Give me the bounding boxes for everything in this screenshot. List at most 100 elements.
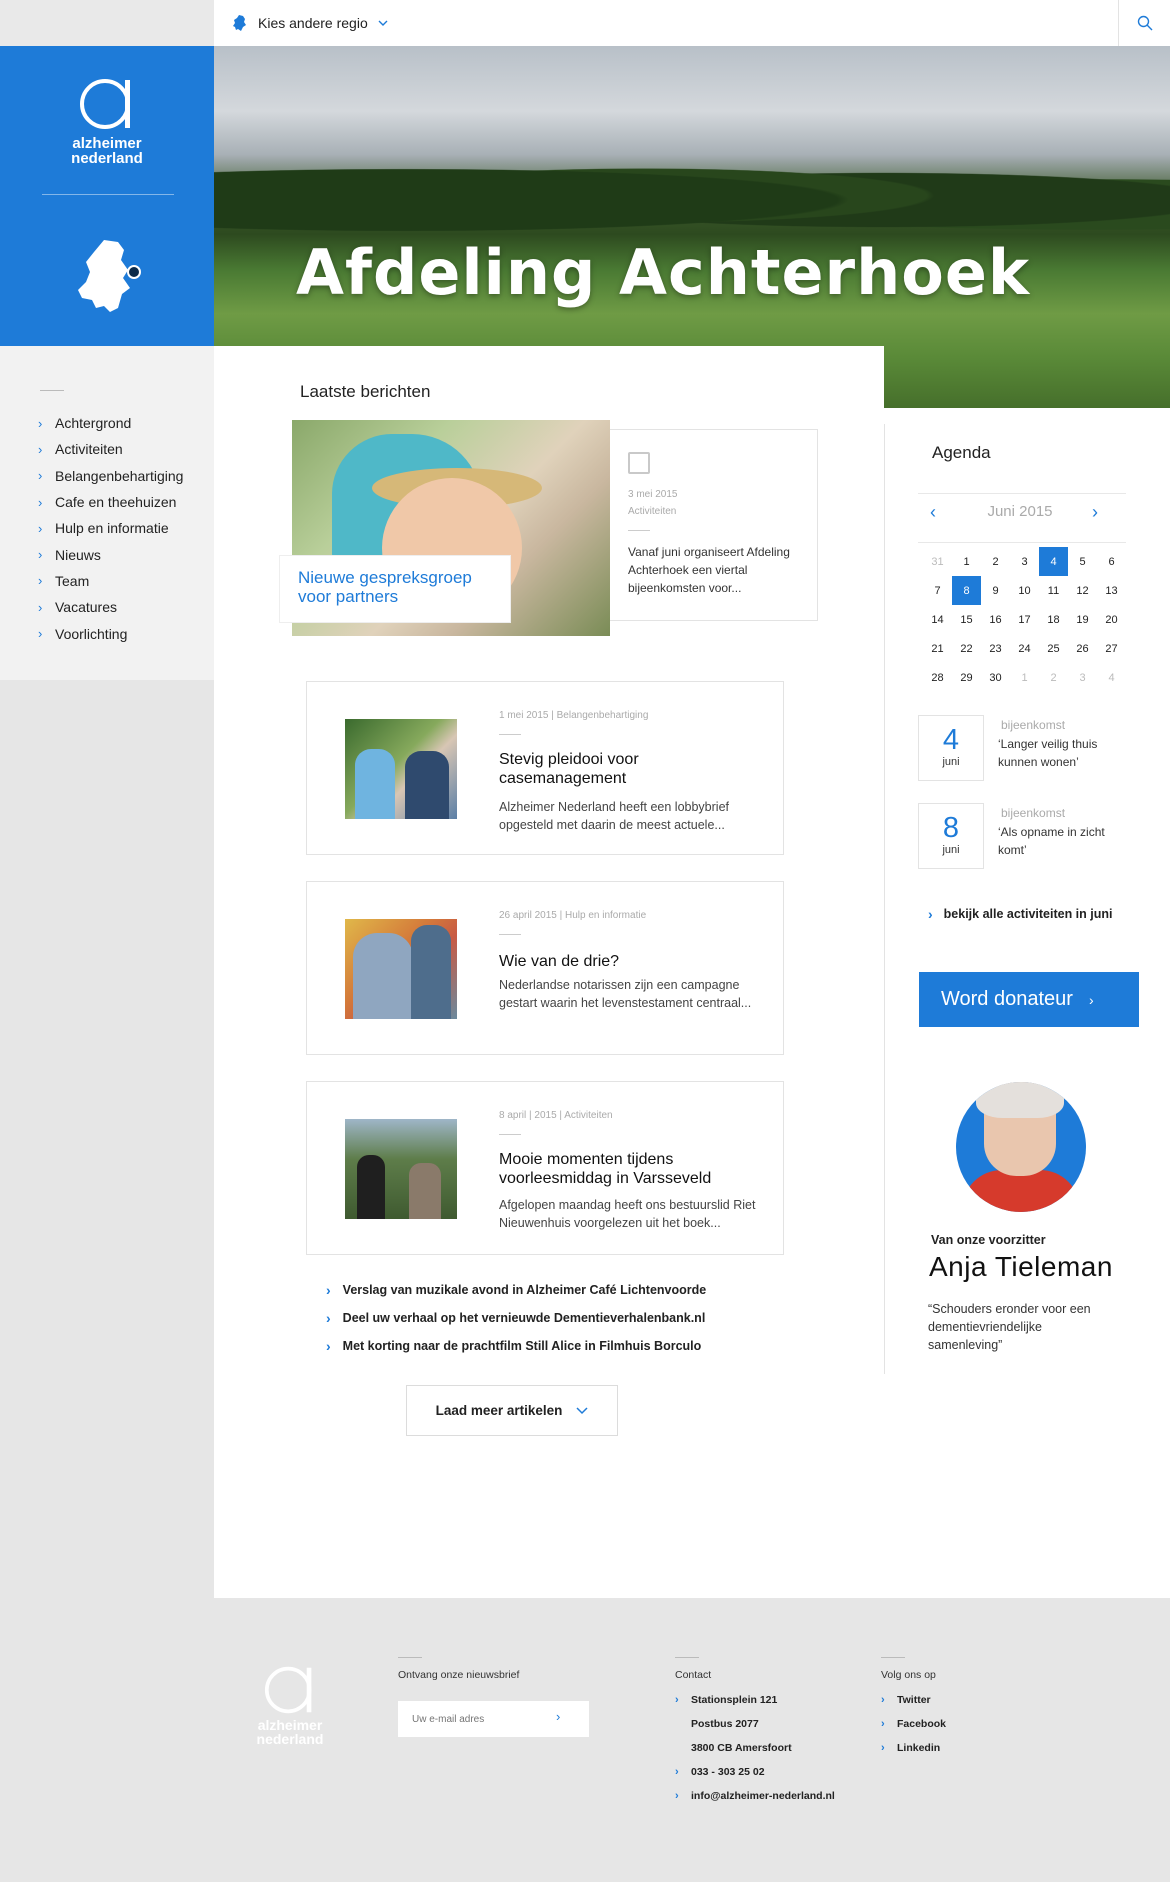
calendar-next-button[interactable]: › xyxy=(1092,502,1098,523)
calendar-day[interactable]: 2 xyxy=(1039,663,1068,692)
divider xyxy=(499,1134,521,1135)
sidebar-item-belangenbehartiging[interactable]: › Belangenbehartiging xyxy=(38,463,183,489)
sidebar-item-label: Nieuws xyxy=(55,546,101,563)
calendar-prev-button[interactable]: ‹ xyxy=(930,502,936,523)
sidebar-item-nieuws[interactable]: › Nieuws xyxy=(38,541,183,567)
calendar-day[interactable]: 26 xyxy=(1068,634,1097,663)
calendar-day[interactable]: 23 xyxy=(981,634,1010,663)
netherlands-map-icon xyxy=(78,240,141,312)
chair-avatar xyxy=(956,1082,1086,1212)
calendar-day[interactable]: 1 xyxy=(1010,663,1039,692)
load-more-button[interactable]: Laad meer artikelen xyxy=(406,1385,618,1436)
calendar-day[interactable]: 6 xyxy=(1097,547,1126,576)
calendar-day[interactable]: 19 xyxy=(1068,605,1097,634)
chevron-right-icon: › xyxy=(1092,502,1098,522)
quick-link[interactable]: › Deel uw verhaal op het vernieuwde Demen… xyxy=(326,1304,706,1332)
calendar-day[interactable]: 2 xyxy=(981,547,1010,576)
article-title[interactable]: Wie van de drie? xyxy=(499,952,759,971)
quick-link[interactable]: › Met korting naar de prachtfilm Still Al… xyxy=(326,1332,706,1360)
chevron-down-icon xyxy=(576,1406,588,1414)
search-button[interactable] xyxy=(1118,0,1170,46)
calendar-day[interactable]: 4 xyxy=(1097,663,1126,692)
contact-address-line: Postbus 2077 xyxy=(691,1718,759,1730)
calendar-day[interactable]: 12 xyxy=(1068,576,1097,605)
calendar-day[interactable]: 7 xyxy=(923,576,952,605)
calendar-day[interactable]: 28 xyxy=(923,663,952,692)
featured-article[interactable]: Nieuwe gespreksgroep voor partners 3 mei… xyxy=(280,420,818,636)
calendar-day[interactable]: 24 xyxy=(1010,634,1039,663)
featured-article-title[interactable]: Nieuwe gespreksgroep voor partners xyxy=(280,556,510,622)
article-thumbnail[interactable] xyxy=(345,1119,457,1219)
calendar-day[interactable]: 25 xyxy=(1039,634,1068,663)
social-link-twitter[interactable]: › Twitter xyxy=(881,1694,931,1706)
alzheimer-logo[interactable]: alzheimer nederland xyxy=(0,76,214,166)
footer-rule xyxy=(881,1657,905,1658)
article-title[interactable]: Stevig pleidooi voor casemanagement xyxy=(499,750,759,788)
calendar-day[interactable]: 31 xyxy=(923,547,952,576)
calendar-day[interactable]: 30 xyxy=(981,663,1010,692)
contact-email[interactable]: › info@alzheimer-nederland.nl xyxy=(675,1790,835,1802)
sidebar-item-voorlichting[interactable]: › Voorlichting xyxy=(38,620,183,646)
calendar-day[interactable]: 18 xyxy=(1039,605,1068,634)
sidebar-item-cafe[interactable]: › Cafe en theehuizen xyxy=(38,489,183,515)
article-thumbnail[interactable] xyxy=(345,919,457,1019)
alzheimer-a-logo-icon xyxy=(80,79,130,129)
article-title[interactable]: Mooie momenten tijdens voorleesmiddag in… xyxy=(499,1150,779,1188)
chevron-right-icon: › xyxy=(38,494,43,510)
calendar-day-highlighted[interactable]: 4 xyxy=(1039,547,1068,576)
agenda-event[interactable]: 4 juni bijeenkomst ‘Langer veilig thuis … xyxy=(918,715,1138,781)
calendar-header-rule xyxy=(918,542,1126,543)
contact-phone[interactable]: › 033 - 303 25 02 xyxy=(675,1766,765,1778)
calendar-day[interactable]: 11 xyxy=(1039,576,1068,605)
sidebar-item-team[interactable]: › Team xyxy=(38,568,183,594)
article-card[interactable]: 26 april 2015 | Hulp en informatie Wie v… xyxy=(306,881,784,1055)
sidebar-nav: › Achtergrond › Activiteiten › Belangenbeha… xyxy=(0,346,214,680)
calendar-day[interactable]: 17 xyxy=(1010,605,1039,634)
donate-button[interactable]: Word donateur › xyxy=(919,972,1139,1027)
calendar-day[interactable]: 21 xyxy=(923,634,952,663)
footer-logo[interactable]: alzheimer nederland xyxy=(252,1664,328,1746)
sidebar-item-activiteiten[interactable]: › Activiteiten xyxy=(38,436,183,462)
sidebar-item-label: Cafe en theehuizen xyxy=(55,494,177,511)
calendar-day[interactable]: 3 xyxy=(1068,663,1097,692)
brand-divider xyxy=(42,194,174,195)
newsletter-submit-button[interactable]: › xyxy=(556,1709,560,1724)
article-meta: 26 april 2015 | Hulp en informatie xyxy=(499,910,647,921)
chevron-right-icon: › xyxy=(928,906,933,922)
social-link-facebook[interactable]: › Facebook xyxy=(881,1718,946,1730)
social-link-linkedin[interactable]: › Linkedin xyxy=(881,1742,940,1754)
calendar-day[interactable]: 20 xyxy=(1097,605,1126,634)
alzheimer-a-logo-icon xyxy=(264,1666,312,1714)
sidebar-item-achtergrond[interactable]: › Achtergrond xyxy=(38,410,183,436)
calendar-day[interactable]: 15 xyxy=(952,605,981,634)
calendar-day-highlighted[interactable]: 8 xyxy=(952,576,981,605)
calendar-day[interactable]: 22 xyxy=(952,634,981,663)
article-card[interactable]: 1 mei 2015 | Belangenbehartiging Stevig … xyxy=(306,681,784,855)
calendar-day[interactable]: 5 xyxy=(1068,547,1097,576)
calendar-day[interactable]: 27 xyxy=(1097,634,1126,663)
sidebar-item-vacatures[interactable]: › Vacatures xyxy=(38,594,183,620)
all-activities-link[interactable]: › bekijk alle activiteiten in juni xyxy=(928,906,1112,922)
calendar-day[interactable]: 1 xyxy=(952,547,981,576)
calendar-day[interactable]: 10 xyxy=(1010,576,1039,605)
event-date-box: 8 juni xyxy=(918,803,984,869)
sidebar-item-hulp[interactable]: › Hulp en informatie xyxy=(38,515,183,541)
agenda-event[interactable]: 8 juni bijeenkomst ‘Als opname in zicht … xyxy=(918,803,1138,869)
calendar-day[interactable]: 3 xyxy=(1010,547,1039,576)
calendar-day[interactable]: 9 xyxy=(981,576,1010,605)
sidebar-rule xyxy=(40,390,64,391)
calendar-day[interactable]: 29 xyxy=(952,663,981,692)
quick-link[interactable]: › Verslag van muzikale avond in Alzheimer… xyxy=(326,1276,706,1304)
region-selector-label: Kies andere regio xyxy=(258,15,368,31)
newsletter-email-input[interactable] xyxy=(398,1701,589,1737)
calendar-day[interactable]: 13 xyxy=(1097,576,1126,605)
chevron-right-icon: › xyxy=(38,547,43,563)
event-description: ‘Als opname in zicht komt’ xyxy=(998,825,1105,857)
calendar-day[interactable]: 14 xyxy=(923,605,952,634)
quick-links-list: › Verslag van muzikale avond in Alzheimer… xyxy=(326,1276,706,1360)
calendar-day[interactable]: 16 xyxy=(981,605,1010,634)
region-selector[interactable]: Kies andere regio xyxy=(232,12,388,34)
featured-article-summary: 3 mei 2015 Activiteiten Vanaf juni organ… xyxy=(610,429,818,621)
article-thumbnail[interactable] xyxy=(345,719,457,819)
article-card[interactable]: 8 april | 2015 | Activiteiten Mooie mome… xyxy=(306,1081,784,1255)
